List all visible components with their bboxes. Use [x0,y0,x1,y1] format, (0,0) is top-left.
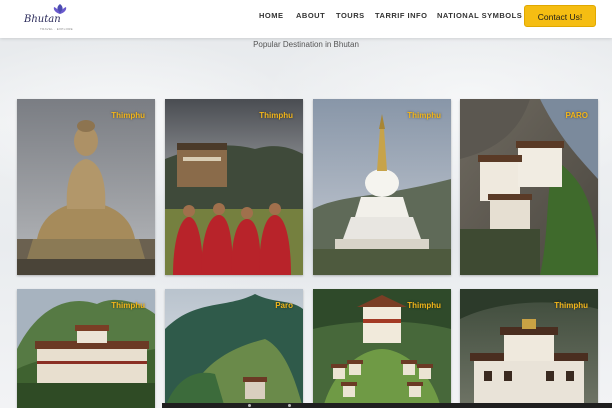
destination-card[interactable]: Thimphu [313,289,451,408]
white-stupa-memorial-photo [313,99,451,275]
tigers-nest-monastery-photo [460,99,598,275]
nav-home[interactable]: HOME [259,11,284,20]
destination-city: Thimphu [407,301,441,310]
brand-name: Bhutan [24,14,61,25]
destination-card[interactable]: Thimphu [165,99,303,275]
buddha-statue-photo [17,99,155,275]
toolbar-dot [288,404,291,407]
destination-card[interactable]: PARO [460,99,598,275]
contact-button[interactable]: Contact Us! [524,5,596,27]
destination-card[interactable]: Thimphu [17,289,155,408]
navbar: Bhutan TRAVEL · EXPLORE HOME ABOUT TOURS… [0,0,612,38]
nav-national-symbols[interactable]: NATIONAL SYMBOLS [437,11,522,20]
destination-card[interactable]: Thimphu [17,99,155,275]
monks-in-red-robes-photo [165,99,303,275]
destination-city: PARO [565,111,588,120]
destination-city: Thimphu [111,111,145,120]
bottom-toolbar [162,403,612,408]
destination-city: Thimphu [259,111,293,120]
destination-city: Thimphu [554,301,588,310]
section-title: Popular Destination in Bhutan [253,40,359,49]
nav-tours[interactable]: TOURS [336,11,365,20]
destination-card[interactable]: Paro [165,289,303,408]
toolbar-dot [248,404,251,407]
destination-city: Thimphu [407,111,441,120]
destination-card[interactable]: Thimphu [313,99,451,275]
nav-about[interactable]: ABOUT [296,11,325,20]
destination-city: Thimphu [111,301,145,310]
brand-tagline: TRAVEL · EXPLORE [40,27,73,31]
destination-city: Paro [275,301,293,310]
brand-logo[interactable]: Bhutan TRAVEL · EXPLORE [24,3,74,35]
nav-tarrif-info[interactable]: TARRIF INFO [375,11,427,20]
destination-card[interactable]: Thimphu [460,289,598,408]
